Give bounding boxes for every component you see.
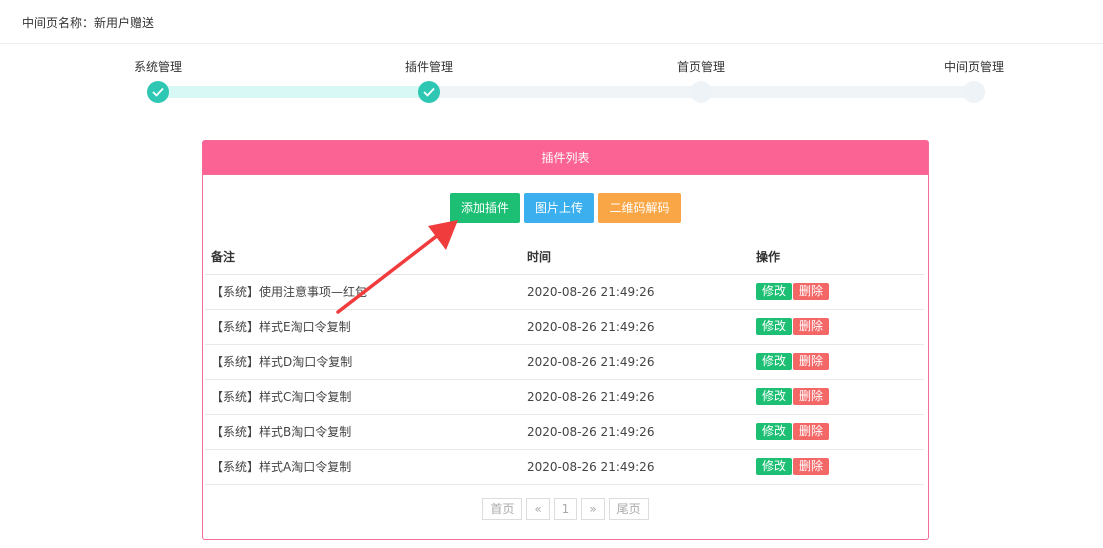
image-upload-button[interactable]: 图片上传: [524, 193, 594, 223]
table-row: 【系统】样式A淘口令复制 2020-08-26 21:49:26 修改 删除: [205, 449, 924, 485]
row-note: 【系统】样式D淘口令复制: [205, 344, 521, 380]
step-dot-plugin[interactable]: [418, 81, 440, 103]
delete-button[interactable]: 删除: [793, 318, 830, 335]
qrcode-decode-button[interactable]: 二维码解码: [598, 193, 681, 223]
edit-button[interactable]: 修改: [756, 458, 793, 475]
page-name-value: 新用户赠送: [94, 16, 155, 30]
delete-button[interactable]: 删除: [793, 388, 830, 405]
step-label-system: 系统管理: [133, 60, 182, 74]
pagination: 首页 «1» 尾页: [203, 498, 928, 520]
step-dot-home[interactable]: [690, 81, 712, 103]
row-time: 2020-08-26 21:49:26: [521, 274, 750, 310]
step-dot-middle[interactable]: [963, 81, 985, 103]
row-note: 【系统】样式C淘口令复制: [205, 379, 521, 415]
pager-current[interactable]: 1: [553, 498, 578, 520]
row-actions: 修改 删除: [750, 414, 924, 450]
row-actions: 修改 删除: [750, 274, 924, 310]
table-row: 【系统】样式E淘口令复制 2020-08-26 21:49:26 修改 删除: [205, 309, 924, 345]
pager-first[interactable]: 首页: [482, 498, 523, 520]
plugin-table: 备注 时间 操作 【系统】使用注意事项—红包 2020-08-26 21:49:…: [205, 240, 924, 485]
row-actions: 修改 删除: [750, 379, 924, 415]
delete-button[interactable]: 删除: [793, 283, 830, 300]
row-actions: 修改 删除: [750, 449, 924, 485]
table-row: 【系统】使用注意事项—红包 2020-08-26 21:49:26 修改 删除: [205, 274, 924, 310]
step-progress: 系统管理 插件管理 首页管理 中间页管理: [0, 44, 1103, 114]
table-row: 【系统】样式C淘口令复制 2020-08-26 21:49:26 修改 删除: [205, 379, 924, 415]
page-name-label: 中间页名称: [22, 16, 94, 30]
column-header-time: 时间: [521, 240, 750, 275]
row-time: 2020-08-26 21:49:26: [521, 449, 750, 485]
page-header: 中间页名称新用户赠送: [0, 0, 1103, 44]
row-time: 2020-08-26 21:49:26: [521, 344, 750, 380]
edit-button[interactable]: 修改: [756, 423, 793, 440]
edit-button[interactable]: 修改: [756, 318, 793, 335]
column-header-actions: 操作: [750, 240, 924, 275]
plugin-list-panel: 插件列表 添加插件 图片上传 二维码解码 备注 时间 操作 【系统】使用注意事项…: [202, 140, 929, 540]
check-icon: [423, 87, 435, 97]
pager-prev[interactable]: «: [526, 498, 550, 520]
page: 中间页名称新用户赠送 系统管理 插件管理 首页管理 中间页管理 插件列表 添加插…: [0, 0, 1103, 548]
row-time: 2020-08-26 21:49:26: [521, 309, 750, 345]
check-icon: [152, 87, 164, 97]
step-dot-system[interactable]: [147, 81, 169, 103]
row-note: 【系统】样式A淘口令复制: [205, 449, 521, 485]
step-label-middle: 中间页管理: [943, 60, 1004, 74]
row-time: 2020-08-26 21:49:26: [521, 379, 750, 415]
edit-button[interactable]: 修改: [756, 388, 793, 405]
row-time: 2020-08-26 21:49:26: [521, 414, 750, 450]
pager-next[interactable]: »: [581, 498, 605, 520]
annotation-arrow-icon: [336, 220, 458, 314]
row-note: 【系统】样式B淘口令复制: [205, 414, 521, 450]
delete-button[interactable]: 删除: [793, 458, 830, 475]
row-actions: 修改 删除: [750, 309, 924, 345]
edit-button[interactable]: 修改: [756, 283, 793, 300]
delete-button[interactable]: 删除: [793, 423, 830, 440]
table-row: 【系统】样式D淘口令复制 2020-08-26 21:49:26 修改 删除: [205, 344, 924, 380]
table-row: 【系统】样式B淘口令复制 2020-08-26 21:49:26 修改 删除: [205, 414, 924, 450]
row-actions: 修改 删除: [750, 344, 924, 380]
edit-button[interactable]: 修改: [756, 353, 793, 370]
delete-button[interactable]: 删除: [793, 353, 830, 370]
table-header-row: 备注 时间 操作: [205, 240, 924, 275]
step-track-done: [158, 86, 429, 98]
action-buttons: 添加插件 图片上传 二维码解码: [203, 193, 928, 223]
step-label-home: 首页管理: [676, 60, 725, 74]
pager-last[interactable]: 尾页: [608, 498, 649, 520]
step-label-plugin: 插件管理: [404, 60, 453, 74]
panel-title: 插件列表: [203, 141, 928, 175]
